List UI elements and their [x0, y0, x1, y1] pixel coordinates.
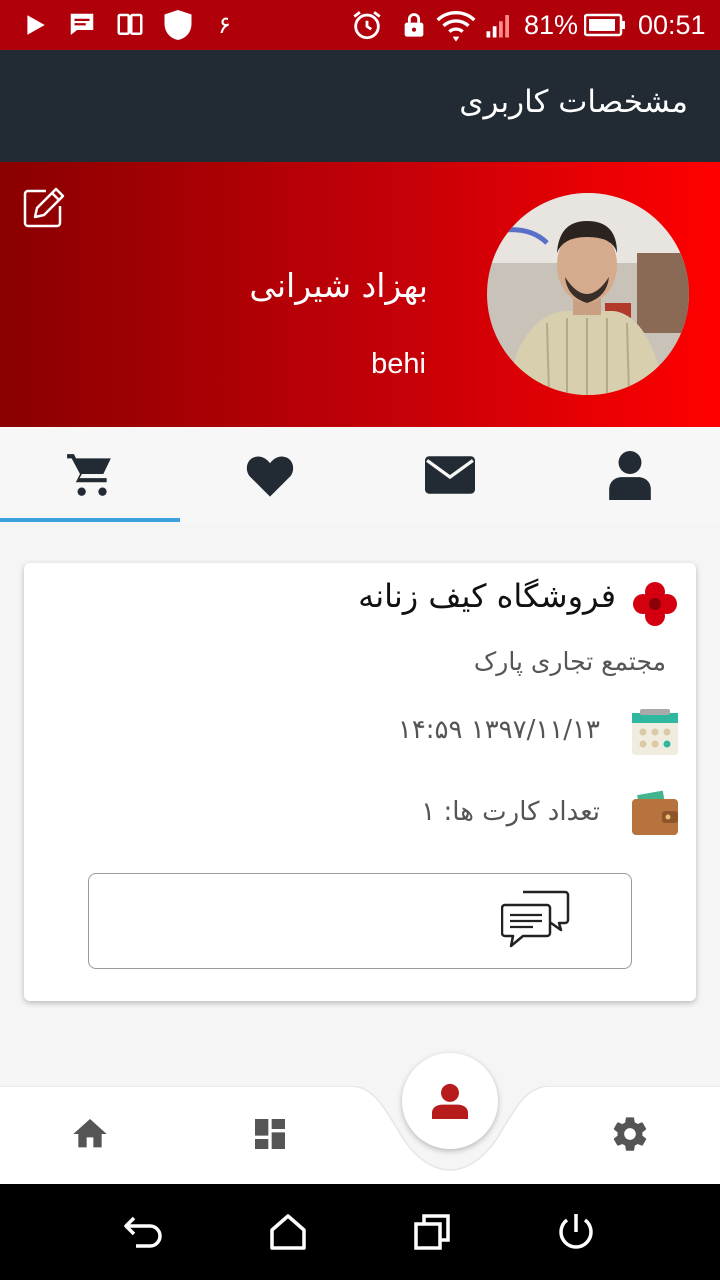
user-icon	[609, 451, 651, 500]
profile-header: بهزاد شیرانی behi	[0, 162, 720, 427]
calendar-icon	[630, 707, 680, 757]
profile-fab-button[interactable]	[402, 1053, 498, 1149]
edit-icon	[23, 187, 65, 228]
chat-bubbles-icon	[501, 890, 570, 948]
power-icon	[559, 1214, 593, 1249]
envelope-icon	[425, 456, 475, 494]
lock-icon	[400, 0, 428, 50]
tab-profile[interactable]	[540, 427, 720, 523]
nav-dashboard[interactable]	[250, 1114, 290, 1154]
app-bar: مشخصات کاربری	[0, 50, 720, 162]
user-name: بهزاد شیرانی	[249, 266, 428, 305]
nav-settings[interactable]	[610, 1114, 650, 1154]
bottom-nav	[0, 1086, 720, 1184]
profile-icon	[432, 1083, 468, 1119]
power-button[interactable]	[554, 1210, 598, 1254]
order-card[interactable]: فروشگاه کیف زنانه مجتمع تجاری پارک ۱۳۹۷/…	[24, 563, 696, 1001]
nav-home[interactable]	[70, 1114, 110, 1154]
tab-cart[interactable]	[0, 427, 180, 523]
dashboard-icon	[255, 1119, 285, 1149]
home-outline-icon	[270, 1214, 306, 1250]
settings-icon	[613, 1117, 647, 1151]
recents-button[interactable]	[410, 1210, 454, 1254]
back-button[interactable]	[122, 1210, 166, 1254]
sim-cards-icon	[114, 0, 146, 50]
store-name: فروشگاه کیف زنانه	[358, 577, 616, 615]
comment-button[interactable]	[88, 873, 632, 969]
battery-icon	[584, 0, 626, 50]
tab-favorites[interactable]	[180, 427, 360, 523]
play-icon	[22, 0, 48, 50]
store-location: مجتمع تجاری پارک	[473, 647, 666, 676]
wallet-icon	[630, 789, 680, 839]
wifi-icon	[436, 0, 476, 50]
avatar-photo	[487, 193, 689, 395]
status-bar: ۶ 81% 00:51	[0, 0, 720, 50]
signal-icon	[482, 0, 516, 50]
avatar[interactable]	[487, 193, 689, 395]
system-navigation-bar	[0, 1184, 720, 1280]
shield-icon	[160, 0, 196, 50]
cart-icon	[67, 454, 111, 496]
back-icon	[124, 1216, 162, 1248]
battery-percent: 81%	[524, 9, 579, 40]
clover-logo-icon	[632, 581, 678, 627]
profile-tabs	[0, 427, 720, 523]
tab-indicator	[0, 518, 180, 522]
notification-digit: ۶	[218, 11, 231, 39]
page-title: مشخصات کاربری	[459, 84, 688, 120]
username: behi	[371, 348, 426, 380]
heart-icon	[246, 456, 294, 497]
card-count: تعداد کارت ها: ۱	[421, 797, 600, 827]
home-icon	[73, 1119, 107, 1148]
tab-messages[interactable]	[360, 427, 540, 523]
message-icon	[66, 0, 98, 50]
edit-profile-button[interactable]	[22, 186, 66, 230]
order-datetime: ۱۳۹۷/۱۱/۱۳ ۱۴:۵۹	[397, 715, 600, 745]
alarm-icon	[350, 0, 384, 50]
recents-icon	[414, 1214, 450, 1250]
clock-time: 00:51	[638, 9, 706, 40]
home-button[interactable]	[266, 1210, 310, 1254]
